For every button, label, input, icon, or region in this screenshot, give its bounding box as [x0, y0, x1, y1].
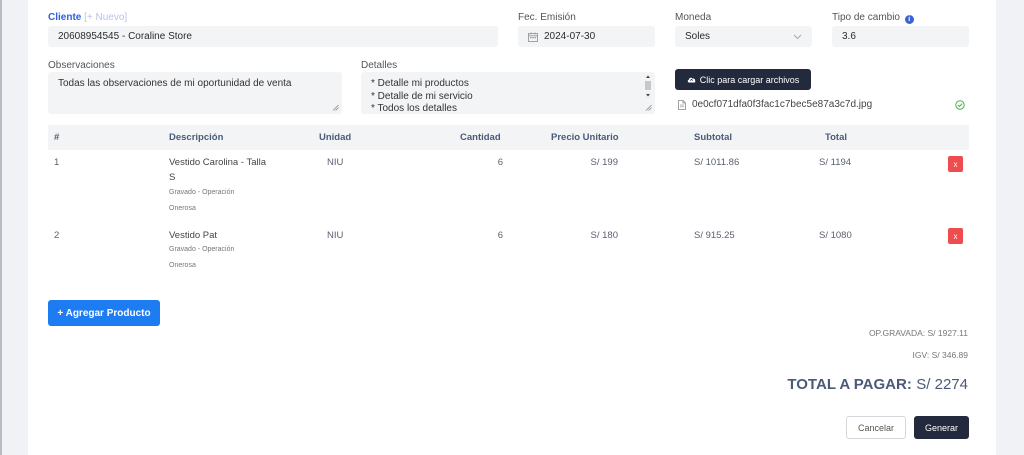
- cliente-label-text: Cliente: [48, 12, 82, 23]
- moneda-value: Soles: [685, 31, 711, 42]
- resize-handle-icon[interactable]: [332, 104, 339, 111]
- check-circle-icon: [955, 100, 965, 110]
- total-to-pay: TOTAL A PAGAR: S/ 2274: [787, 376, 968, 394]
- calendar-icon: [528, 32, 538, 42]
- chevron-down-icon: [793, 34, 802, 40]
- file-name: 0e0cf071dfa0f3fac1c7bec5e87a3c7d.jpg: [692, 99, 873, 110]
- row-desc: S: [169, 172, 176, 183]
- window-left-border: [0, 0, 2, 455]
- row-unidad: NIU: [327, 230, 344, 241]
- col-unidad: Unidad: [319, 132, 352, 143]
- sale-form-card: Cliente [+ Nuevo] Fec. Emisión Moneda Ti…: [28, 0, 996, 455]
- cliente-label: Cliente [+ Nuevo]: [48, 12, 127, 23]
- col-precio: Precio Unitario: [551, 132, 619, 143]
- tipo-cambio-label: Tipo de cambio i: [832, 12, 914, 24]
- row-subtotal: S/ 1011.86: [694, 157, 740, 168]
- cloud-upload-icon: [687, 77, 696, 83]
- row-precio: S/ 180: [590, 230, 618, 241]
- generate-button[interactable]: Generar: [914, 416, 969, 439]
- col-cantidad: Cantidad: [460, 132, 501, 143]
- row-unidad: NIU: [327, 157, 344, 168]
- delete-row-button[interactable]: x: [948, 228, 963, 244]
- row-num: 2: [54, 230, 60, 241]
- row-tax-type: Gravado - Operación: [169, 189, 235, 196]
- tipo-cambio-field[interactable]: 3.6: [832, 26, 969, 47]
- total-label: TOTAL A PAGAR:: [787, 376, 912, 393]
- row-desc: Vestido Pat: [169, 230, 218, 241]
- row-cantidad: 6: [497, 157, 503, 168]
- op-gravada: OP.GRAVADA: S/ 1927.11: [868, 328, 968, 338]
- resize-handle-icon[interactable]: [645, 104, 652, 111]
- row-tax-type: Onerosa: [169, 205, 196, 212]
- col-descripcion: Descripción: [169, 132, 224, 143]
- row-total: S/ 1080: [819, 230, 852, 241]
- fecha-label: Fec. Emisión: [518, 12, 576, 23]
- new-client-link[interactable]: [+ Nuevo]: [84, 12, 127, 23]
- igv: IGV: S/ 346.89: [912, 350, 968, 360]
- tipo-cambio-value: 3.6: [842, 31, 856, 42]
- row-num: 1: [54, 157, 60, 168]
- detalles-line: * Todos los detalles: [371, 103, 457, 114]
- detalles-line: * Detalle mi productos: [371, 78, 469, 89]
- row-total: S/ 1194: [819, 157, 852, 168]
- observaciones-textarea[interactable]: Todas las observaciones de mi oportunida…: [48, 72, 342, 114]
- detalles-textarea[interactable]: * Detalle mi productos * Detalle de mi s…: [361, 72, 655, 114]
- file-icon: [678, 99, 686, 110]
- observaciones-value: Todas las observaciones de mi oportunida…: [58, 78, 292, 89]
- cliente-value: 20608954545 - Coraline Store: [58, 31, 192, 42]
- fecha-value: 2024-07-30: [544, 31, 596, 42]
- upload-files-button[interactable]: Clic para cargar archivos: [675, 69, 811, 90]
- row-desc: Vestido Carolina - Talla: [169, 157, 266, 168]
- fecha-field[interactable]: 2024-07-30: [518, 26, 655, 47]
- cliente-field[interactable]: 20608954545 - Coraline Store: [48, 26, 498, 47]
- row-subtotal: S/ 915.25: [694, 230, 735, 241]
- row-tax-type: Onerosa: [169, 262, 196, 269]
- col-num: #: [54, 132, 60, 143]
- col-total: Total: [825, 132, 847, 143]
- upload-files-label: Clic para cargar archivos: [699, 74, 800, 85]
- row-precio: S/ 199: [590, 157, 618, 168]
- moneda-label: Moneda: [675, 12, 712, 23]
- delete-row-button[interactable]: x: [948, 156, 963, 172]
- uploaded-file: 0e0cf071dfa0f3fac1c7bec5e87a3c7d.jpg: [678, 99, 872, 110]
- row-cantidad: 6: [497, 230, 503, 241]
- col-subtotal: Subtotal: [694, 132, 732, 143]
- add-product-button[interactable]: + Agregar Producto: [48, 300, 160, 326]
- moneda-select[interactable]: Soles: [675, 26, 812, 47]
- detalles-line: * Detalle de mi servicio: [371, 90, 473, 102]
- tipo-cambio-label-text: Tipo de cambio: [832, 12, 900, 23]
- info-icon[interactable]: i: [904, 15, 914, 24]
- cancel-button[interactable]: Cancelar: [846, 416, 906, 439]
- row-tax-type: Gravado - Operación: [169, 246, 235, 253]
- observaciones-label: Observaciones: [48, 60, 115, 71]
- total-value: S/ 2274: [916, 376, 968, 393]
- detalles-label: Detalles: [361, 60, 398, 71]
